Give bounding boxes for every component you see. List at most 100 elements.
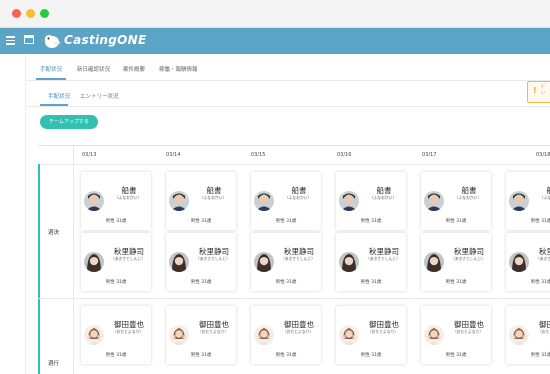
maximize-window-button[interactable]: [40, 9, 49, 18]
talent-kana: （あきさとしんじ）: [450, 256, 486, 261]
talent-kana: （ふなおかい）: [284, 195, 312, 200]
talent-info: 男性 31歳: [360, 219, 382, 224]
avatar: [254, 325, 274, 345]
tab-new-confirmation[interactable]: 新日確認状況: [77, 65, 110, 73]
alert-text: ﾀﾞ い: [541, 85, 546, 96]
row-accent-bar: [38, 164, 40, 374]
avatar: [254, 252, 274, 272]
talent-kana: （あきさとしんじ）: [365, 256, 401, 261]
row-divider: [38, 298, 550, 299]
talent-card[interactable]: 御田豊也（おだとよなり）男性 31歳: [251, 306, 321, 364]
minimize-window-button[interactable]: [26, 9, 35, 18]
talent-card[interactable]: 船書（ふなおかい）男性 31歳: [166, 172, 236, 230]
talent-kana: （おだとよなり）: [452, 329, 484, 334]
talent-kana: （おだとよなり）: [112, 329, 144, 334]
tab-project-overview[interactable]: 案件概要: [123, 65, 145, 73]
talent-info: 男性 31歳: [105, 353, 127, 358]
exclamation-icon: !: [533, 86, 537, 95]
talent-card[interactable]: 御田豊也（おだとよなり）男性 31歳: [166, 306, 236, 364]
avatar: [84, 325, 104, 345]
tab-work-compensation[interactable]: 稼働・報酬情報: [159, 65, 198, 73]
talent-card[interactable]: 御田豊也（おだとよなり）男性 31歳: [506, 306, 550, 364]
talent-info: 男性 31歳: [190, 280, 212, 285]
talent-info: 男性 31歳: [105, 280, 127, 285]
tab-arrangement[interactable]: 手配状況: [40, 65, 62, 73]
talent-info: 男性 31歳: [275, 280, 297, 285]
talent-info: 男性 31歳: [445, 219, 467, 224]
talent-kana: （ふなおかい）: [454, 195, 482, 200]
talent-kana: （おだとよなり）: [197, 329, 229, 334]
date-header: 03/16: [337, 152, 352, 158]
team-up-button[interactable]: チームアップする: [40, 115, 98, 129]
talent-card[interactable]: 御田豊也（おだとよなり）男性 31歳: [81, 306, 151, 364]
date-header: 03/15: [251, 152, 266, 158]
talent-info: 男性 31歳: [530, 353, 550, 358]
talent-card[interactable]: 秋里静司（あきさとしんじ）男性 31歳: [421, 233, 491, 291]
left-sidebar: [0, 54, 26, 374]
hamburger-menu-icon[interactable]: [6, 36, 15, 45]
talent-kana: （あきさとしんじ）: [110, 256, 146, 261]
talent-info: 男性 31歳: [360, 353, 382, 358]
avatar: [424, 325, 444, 345]
date-header-divider: [38, 164, 550, 165]
talent-card[interactable]: 船書（ふなおかい）男性 31歳: [421, 172, 491, 230]
app-window: CastingONE 手配状況 新日確認状況 案件概要 稼働・報酬情報 手配状況…: [0, 0, 550, 374]
avatar: [339, 191, 359, 211]
date-header: 03/18: [536, 152, 550, 158]
talent-kana: （ふなおかい）: [114, 195, 142, 200]
talent-card[interactable]: 船書（ふなおかい）男性 31歳: [251, 172, 321, 230]
talent-card[interactable]: 秋里静司（あきさとしんじ）男性 31歳: [166, 233, 236, 291]
talent-kana: （ふなおかい）: [539, 195, 550, 200]
window-titlebar: [0, 0, 550, 28]
talent-card[interactable]: 船書（ふなおかい）男性 31歳: [506, 172, 550, 230]
talent-card[interactable]: 秋里静司（あきさとしんじ）男性 31歳: [506, 233, 550, 291]
talent-card[interactable]: 秋里静司（あきさとしんじ）男性 31歳: [251, 233, 321, 291]
talent-card[interactable]: 御田豊也（おだとよなり）男性 31歳: [336, 306, 406, 364]
talent-kana: （あきさとしんじ）: [535, 256, 550, 261]
close-window-button[interactable]: [12, 9, 21, 18]
talent-info: 男性 31歳: [360, 280, 382, 285]
talent-card[interactable]: 御田豊也（おだとよなり）男性 31歳: [421, 306, 491, 364]
row-label: 週決: [48, 230, 60, 236]
window-icon[interactable]: [24, 35, 34, 44]
avatar: [84, 252, 104, 272]
date-header: 03/14: [166, 152, 181, 158]
tabs-divider: [26, 80, 550, 81]
date-header: 03/13: [82, 152, 97, 158]
date-header: 03/17: [422, 152, 437, 158]
avatar: [509, 252, 529, 272]
talent-kana: （おだとよなり）: [537, 329, 550, 334]
talent-info: 男性 31歳: [190, 353, 212, 358]
talent-card[interactable]: 船書（ふなおかい）男性 31歳: [336, 172, 406, 230]
talent-info: 男性 31歳: [275, 219, 297, 224]
avatar: [169, 325, 189, 345]
talent-card[interactable]: 船書（ふなおかい）男性 31歳: [81, 172, 151, 230]
talent-kana: （あきさとしんじ）: [280, 256, 316, 261]
avatar: [339, 252, 359, 272]
app-title[interactable]: CastingONE: [64, 33, 146, 47]
app-header: CastingONE: [0, 28, 550, 54]
subtab-entry[interactable]: エントリー状況: [80, 92, 119, 100]
talent-info: 男性 31歳: [530, 219, 550, 224]
avatar: [169, 191, 189, 211]
avatar: [84, 191, 104, 211]
talent-info: 男性 31歳: [275, 353, 297, 358]
talent-info: 男性 31歳: [445, 280, 467, 285]
talent-info: 男性 31歳: [105, 219, 127, 224]
talent-info: 男性 31歳: [445, 353, 467, 358]
warning-alert[interactable]: ! ﾀﾞ い: [527, 81, 550, 103]
talent-info: 男性 31歳: [190, 219, 212, 224]
row-label: 週行: [48, 361, 60, 367]
talent-kana: （あきさとしんじ）: [195, 256, 231, 261]
avatar: [254, 191, 274, 211]
row-header-divider: [73, 146, 74, 374]
avatar: [339, 325, 359, 345]
avatar: [509, 325, 529, 345]
subtab-arrangement[interactable]: 手配状況: [48, 92, 70, 100]
subtabs-divider: [26, 106, 550, 107]
talent-card[interactable]: 秋里静司（あきさとしんじ）男性 31歳: [336, 233, 406, 291]
talent-kana: （おだとよなり）: [367, 329, 399, 334]
talent-card[interactable]: 秋里静司（あきさとしんじ）男性 31歳: [81, 233, 151, 291]
talent-info: 男性 31歳: [530, 280, 550, 285]
talent-kana: （ふなおかい）: [369, 195, 397, 200]
